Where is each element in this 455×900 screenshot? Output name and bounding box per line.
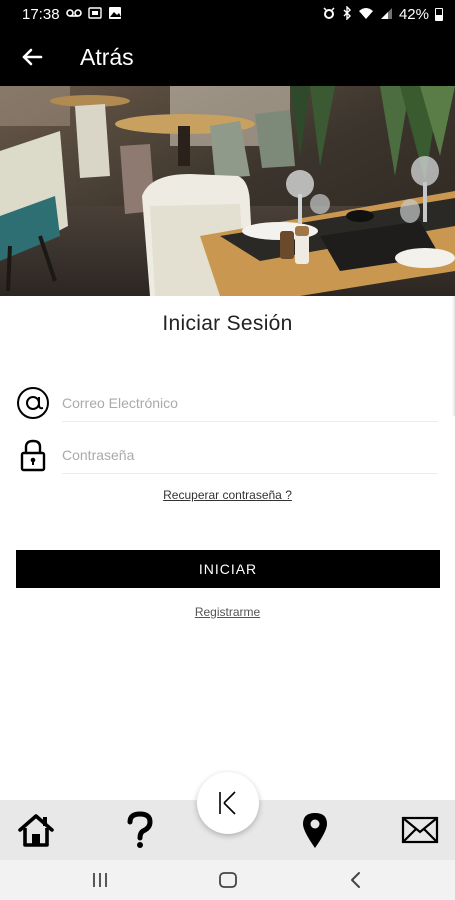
wifi-icon (358, 7, 374, 22)
back-nav-button[interactable] (336, 868, 376, 892)
tab-help[interactable] (118, 808, 162, 852)
system-nav-bar (0, 860, 455, 900)
tab-home[interactable] (14, 808, 58, 852)
app-bar-title: Atrás (80, 43, 134, 70)
recent-apps-button[interactable] (80, 868, 120, 892)
tab-location[interactable] (293, 808, 337, 852)
location-pin-icon (303, 813, 327, 848)
email-input[interactable] (62, 384, 438, 422)
battery-percent: 42% (398, 5, 429, 23)
mail-icon (401, 816, 439, 844)
back-nav-icon (351, 872, 360, 888)
arrow-left-icon (22, 48, 43, 66)
tab-mail[interactable] (398, 808, 442, 852)
start-session-button[interactable]: INICIAR (16, 550, 440, 588)
home-nav-icon (219, 872, 237, 888)
image-icon (108, 6, 122, 22)
password-input[interactable] (62, 436, 438, 474)
signal-icon (380, 7, 393, 22)
notification-icon (87, 6, 102, 22)
password-field-row (16, 432, 438, 478)
at-sign-icon (16, 386, 50, 420)
logo-k-icon (219, 791, 236, 815)
restaurant-hero-image (0, 86, 455, 296)
bluetooth-icon (342, 5, 352, 22)
home-nav-button[interactable] (208, 868, 248, 892)
recent-apps-icon (93, 873, 107, 887)
recover-password-link[interactable]: Recuperar contraseña ? (0, 488, 455, 502)
alarm-icon (322, 6, 336, 22)
battery-icon (435, 7, 443, 21)
help-icon (127, 811, 153, 848)
email-field-row (16, 380, 438, 426)
status-left: 17:38 (22, 6, 122, 23)
login-title: Iniciar Sesión (162, 312, 293, 335)
home-icon (18, 814, 54, 847)
status-right: 42% (322, 5, 443, 23)
brand-logo-button[interactable] (197, 772, 259, 834)
status-time: 17:38 (22, 5, 60, 23)
status-bar: 17:38 42% (0, 0, 455, 28)
app-bar: Atrás (0, 28, 455, 86)
back-button[interactable] (0, 28, 64, 86)
lock-icon (16, 438, 50, 472)
register-link[interactable]: Registrarme (0, 605, 455, 619)
voicemail-icon (65, 8, 82, 20)
